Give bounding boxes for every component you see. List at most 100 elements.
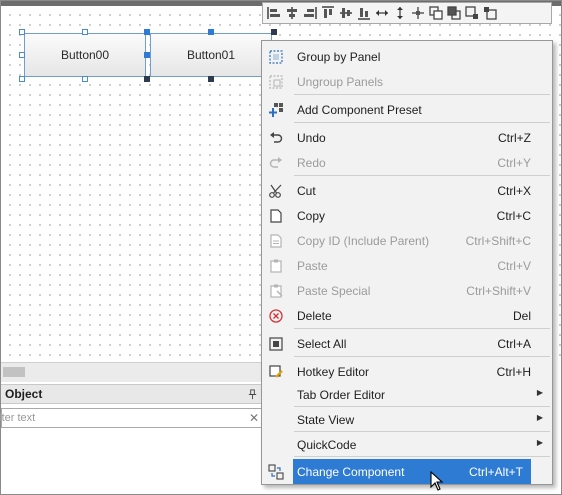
- menu-item-add-component-preset[interactable]: Add Component Preset: [262, 97, 552, 122]
- align-middle-icon[interactable]: [337, 4, 355, 22]
- copy-icon: [262, 203, 290, 228]
- center-both-icon[interactable]: [409, 4, 427, 22]
- resize-handle[interactable]: [144, 52, 150, 58]
- align-left-icon[interactable]: [265, 4, 283, 22]
- menu-item-shortcut: Ctrl+Shift+C: [465, 233, 531, 248]
- menu-item-label: Delete: [297, 308, 332, 323]
- menu-separator: [294, 175, 550, 176]
- menu-item-paste[interactable]: Paste Ctrl+V: [262, 253, 552, 278]
- menu-item-shortcut: Ctrl+C: [496, 208, 531, 223]
- menu-item-shortcut: Ctrl+H: [496, 364, 531, 379]
- distribute-vertical-icon[interactable]: [391, 4, 409, 22]
- scrollbar-thumb[interactable]: [3, 367, 25, 377]
- menu-item-shortcut: Ctrl+Y: [497, 155, 531, 170]
- resize-handle[interactable]: [82, 29, 88, 35]
- ungroup-panel-icon: [262, 69, 290, 94]
- menu-item-tab-order-editor[interactable]: Tab Order Editor ▶: [262, 382, 552, 407]
- send-to-back-icon[interactable]: [481, 4, 499, 22]
- menu-item-shortcut: Del: [512, 308, 531, 323]
- resize-handle[interactable]: [19, 29, 25, 35]
- menu-item-select-all[interactable]: Select All Ctrl+A: [262, 331, 552, 356]
- mouse-cursor-icon: [430, 471, 444, 491]
- button00-component[interactable]: Button00: [24, 33, 146, 77]
- change-component-icon: [262, 459, 290, 484]
- menu-item-undo[interactable]: Undo Ctrl+Z: [262, 125, 552, 150]
- menu-item-hotkey-editor[interactable]: Hotkey Editor Ctrl+H: [262, 359, 552, 384]
- menu-item-shortcut: Ctrl+X: [497, 183, 531, 198]
- horizontal-scrollbar[interactable]: [1, 362, 263, 382]
- menu-item-quickcode[interactable]: QuickCode ▶: [262, 432, 552, 457]
- menu-item-shortcut: Ctrl+Alt+T: [468, 464, 523, 479]
- menu-item-label: Redo: [297, 155, 326, 170]
- change-component-icon-cell: [262, 459, 292, 484]
- resize-handle[interactable]: [19, 76, 25, 82]
- menu-separator: [294, 328, 550, 329]
- menu-item-label: Tab Order Editor: [297, 387, 386, 402]
- cut-icon: [262, 178, 290, 203]
- menu-item-shortcut: Ctrl+Z: [498, 130, 531, 145]
- pin-icon[interactable]: [245, 387, 259, 401]
- menu-item-label: Hotkey Editor: [297, 364, 370, 379]
- menu-item-ungroup-panels[interactable]: Ungroup Panels: [262, 69, 552, 94]
- bring-to-front-icon[interactable]: [463, 4, 481, 22]
- resize-handle[interactable]: [144, 29, 150, 35]
- button00-label: Button00: [60, 48, 110, 62]
- menu-item-label: Paste Special: [297, 283, 371, 298]
- context-menu: Group by Panel Ungroup Panels Add Compon…: [261, 40, 553, 485]
- clear-icon[interactable]: ✕: [246, 410, 262, 426]
- button01-component[interactable]: Button01: [150, 33, 272, 77]
- align-top-icon[interactable]: [319, 4, 337, 22]
- submenu-arrow-icon: ▶: [536, 438, 543, 447]
- object-list: [1, 428, 263, 494]
- object-search-box: ✕: [0, 408, 263, 428]
- resize-handle[interactable]: [208, 29, 214, 35]
- menu-item-state-view[interactable]: State View ▶: [262, 407, 552, 432]
- menu-item-paste-special[interactable]: Paste Special Ctrl+Shift+V: [262, 278, 552, 303]
- hotkey-editor-icon: [262, 359, 290, 384]
- align-right-icon[interactable]: [301, 4, 319, 22]
- menu-item-label: Add Component Preset: [297, 102, 422, 117]
- menu-separator: [294, 456, 550, 457]
- resize-handle[interactable]: [19, 52, 25, 58]
- distribute-horizontal-icon[interactable]: [373, 4, 391, 22]
- bring-forward-icon[interactable]: [427, 4, 445, 22]
- resize-handle[interactable]: [208, 76, 214, 82]
- menu-item-label: Ungroup Panels: [297, 74, 384, 89]
- send-backward-icon[interactable]: [445, 4, 463, 22]
- copy-id-icon: [262, 228, 290, 253]
- menu-icon-placeholder: [262, 382, 290, 407]
- object-search-input[interactable]: [0, 410, 246, 426]
- menu-item-delete[interactable]: Delete Del: [262, 303, 552, 328]
- menu-item-redo[interactable]: Redo Ctrl+Y: [262, 150, 552, 175]
- menu-item-copy[interactable]: Copy Ctrl+C: [262, 203, 552, 228]
- select-all-icon: [262, 331, 290, 356]
- resize-handle[interactable]: [82, 76, 88, 82]
- align-center-icon[interactable]: [283, 4, 301, 22]
- paste-icon: [262, 253, 290, 278]
- paste-special-icon: [262, 278, 290, 303]
- submenu-arrow-icon: ▶: [536, 413, 543, 422]
- menu-item-label: Undo: [297, 130, 326, 145]
- menu-item-label: Group by Panel: [297, 49, 381, 64]
- menu-icon-placeholder: [262, 407, 290, 432]
- add-preset-icon: [262, 97, 290, 122]
- menu-item-group-by-panel[interactable]: Group by Panel: [262, 44, 552, 69]
- menu-item-shortcut: Ctrl+Shift+V: [466, 283, 531, 298]
- menu-item-cut[interactable]: Cut Ctrl+X: [262, 178, 552, 203]
- menu-icon-placeholder: [262, 432, 290, 457]
- object-panel-header: Object: [1, 384, 263, 404]
- button01-label: Button01: [186, 48, 236, 62]
- resize-handle[interactable]: [144, 76, 150, 82]
- alignment-toolbar: [262, 2, 552, 24]
- menu-separator: [294, 122, 550, 123]
- menu-item-label: Cut: [297, 183, 316, 198]
- menu-item-label: Copy: [297, 208, 326, 223]
- menu-item-copy-id[interactable]: Copy ID (Include Parent) Ctrl+Shift+C: [262, 228, 552, 253]
- menu-item-shortcut: Ctrl+V: [497, 258, 531, 273]
- delete-icon: [262, 303, 290, 328]
- menu-item-label: QuickCode: [297, 437, 357, 452]
- menu-item-change-component[interactable]: Change Component Ctrl+Alt+T: [293, 459, 531, 484]
- align-bottom-icon[interactable]: [355, 4, 373, 22]
- resize-handle[interactable]: [271, 29, 277, 35]
- menu-item-shortcut: Ctrl+A: [497, 336, 531, 351]
